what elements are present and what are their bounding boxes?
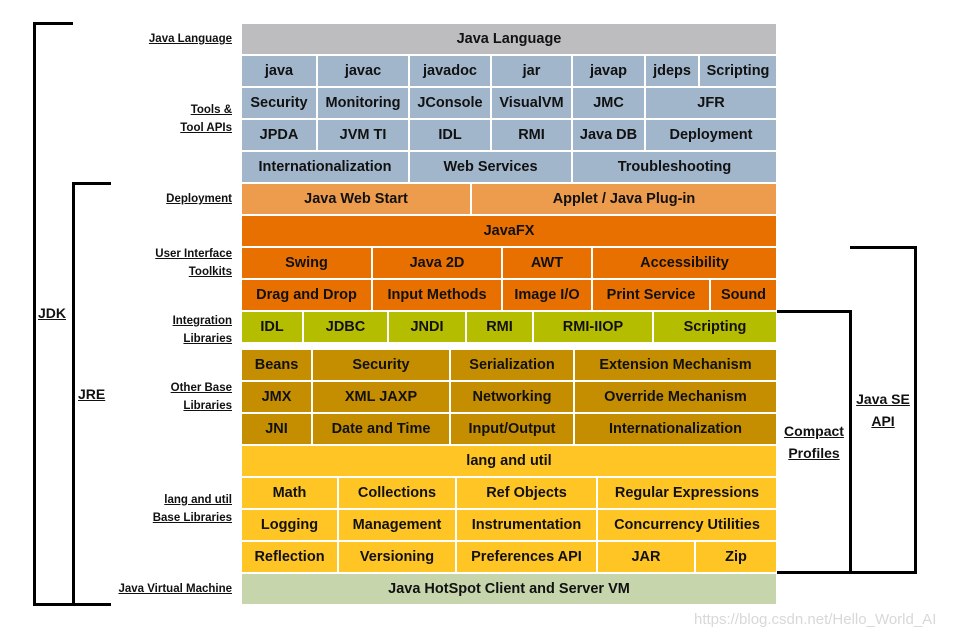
component-logging: Logging: [242, 510, 337, 540]
compact-profiles-bracket-vertical: [849, 310, 852, 574]
component-versioning: Versioning: [339, 542, 455, 572]
component-security: Security: [313, 350, 449, 380]
component-deployment: Deployment: [646, 120, 776, 150]
component-jdeps: jdeps: [646, 56, 698, 86]
component-beans: Beans: [242, 350, 311, 380]
component-zip: Zip: [696, 542, 776, 572]
jre-bracket-vertical: [72, 182, 75, 606]
component-troubleshooting: Troubleshooting: [573, 152, 776, 182]
component-applet-java-plug-in: Applet / Java Plug-in: [472, 184, 776, 214]
java-se-api-bracket-top: [850, 246, 917, 249]
compact-profiles-label: Compact Profiles: [784, 423, 844, 461]
component-jconsole: JConsole: [410, 88, 490, 118]
component-java-language: Java Language: [242, 24, 776, 54]
component-swing: Swing: [242, 248, 371, 278]
component-visualvm: VisualVM: [492, 88, 571, 118]
compact-profiles-bracket-bottom: [777, 571, 917, 574]
label-deployment: Deployment: [166, 193, 232, 205]
label-tools: Tools & Tool APIs: [180, 104, 232, 134]
component-java: java: [242, 56, 316, 86]
label-integration-libraries: Integration Libraries: [172, 315, 232, 345]
component-regular-expressions: Regular Expressions: [598, 478, 776, 508]
jdk-bracket-top: [33, 22, 73, 25]
component-security: Security: [242, 88, 316, 118]
component-accessibility: Accessibility: [593, 248, 776, 278]
component-xml-jaxp: XML JAXP: [313, 382, 449, 412]
component-jndi: JNDI: [389, 312, 465, 342]
component-image-i-o: Image I/O: [503, 280, 591, 310]
component-scripting: Scripting: [654, 312, 776, 342]
component-jni: JNI: [242, 414, 311, 444]
component-rmi-iiop: RMI-IIOP: [534, 312, 652, 342]
component-input-methods: Input Methods: [373, 280, 501, 310]
label-java-language: Java Language: [148, 33, 232, 45]
label-ui-toolkits: User Interface Toolkits: [155, 248, 232, 278]
component-preferences-api: Preferences API: [457, 542, 596, 572]
component-drag-and-drop: Drag and Drop: [242, 280, 371, 310]
component-extension-mechanism: Extension Mechanism: [575, 350, 776, 380]
component-rmi: RMI: [467, 312, 532, 342]
component-java-db: Java DB: [573, 120, 644, 150]
label-other-base-libraries: Other Base Libraries: [170, 382, 232, 412]
component-javap: javap: [573, 56, 644, 86]
component-scripting: Scripting: [700, 56, 776, 86]
component-math: Math: [242, 478, 337, 508]
component-web-services: Web Services: [410, 152, 571, 182]
java-se-api-label: Java SE API: [856, 391, 910, 429]
component-input-output: Input/Output: [451, 414, 573, 444]
component-date-and-time: Date and Time: [313, 414, 449, 444]
jdk-bracket-vertical: [33, 22, 36, 606]
component-idl: IDL: [242, 312, 302, 342]
component-javafx: JavaFX: [242, 216, 776, 246]
component-java-hotspot-client-and-server-vm: Java HotSpot Client and Server VM: [242, 574, 776, 604]
component-jfr: JFR: [646, 88, 776, 118]
jre-label: JRE: [78, 386, 106, 402]
component-internationalization: Internationalization: [575, 414, 776, 444]
component-reflection: Reflection: [242, 542, 337, 572]
component-serialization: Serialization: [451, 350, 573, 380]
component-monitoring: Monitoring: [318, 88, 408, 118]
component-override-mechanism: Override Mechanism: [575, 382, 776, 412]
component-print-service: Print Service: [593, 280, 709, 310]
component-java-web-start: Java Web Start: [242, 184, 470, 214]
java-se-api-bracket-vertical: [914, 246, 917, 574]
component-ref-objects: Ref Objects: [457, 478, 596, 508]
component-javadoc: javadoc: [410, 56, 490, 86]
component-jar: jar: [492, 56, 571, 86]
component-rmi: RMI: [492, 120, 571, 150]
component-sound: Sound: [711, 280, 776, 310]
component-instrumentation: Instrumentation: [457, 510, 596, 540]
jdk-label: JDK: [38, 305, 67, 321]
component-collections: Collections: [339, 478, 455, 508]
jre-bracket-top: [72, 182, 111, 185]
component-concurrency-utilities: Concurrency Utilities: [598, 510, 776, 540]
component-awt: AWT: [503, 248, 591, 278]
component-javac: javac: [318, 56, 408, 86]
component-jmc: JMC: [573, 88, 644, 118]
component-java-2d: Java 2D: [373, 248, 501, 278]
component-management: Management: [339, 510, 455, 540]
component-networking: Networking: [451, 382, 573, 412]
component-internationalization: Internationalization: [242, 152, 408, 182]
component-jmx: JMX: [242, 382, 311, 412]
component-jar: JAR: [598, 542, 694, 572]
label-java-virtual-machine: Java Virtual Machine: [118, 583, 232, 595]
component-jdbc: JDBC: [304, 312, 387, 342]
component-jpda: JPDA: [242, 120, 316, 150]
component-idl: IDL: [410, 120, 490, 150]
compact-profiles-bracket-top: [777, 310, 851, 313]
label-lang-util-base-libraries: lang and util Base Libraries: [152, 494, 232, 524]
component-lang-and-util: lang and util: [242, 446, 776, 476]
component-jvm-ti: JVM TI: [318, 120, 408, 150]
watermark: https://blog.csdn.net/Hello_World_AI: [694, 611, 937, 628]
